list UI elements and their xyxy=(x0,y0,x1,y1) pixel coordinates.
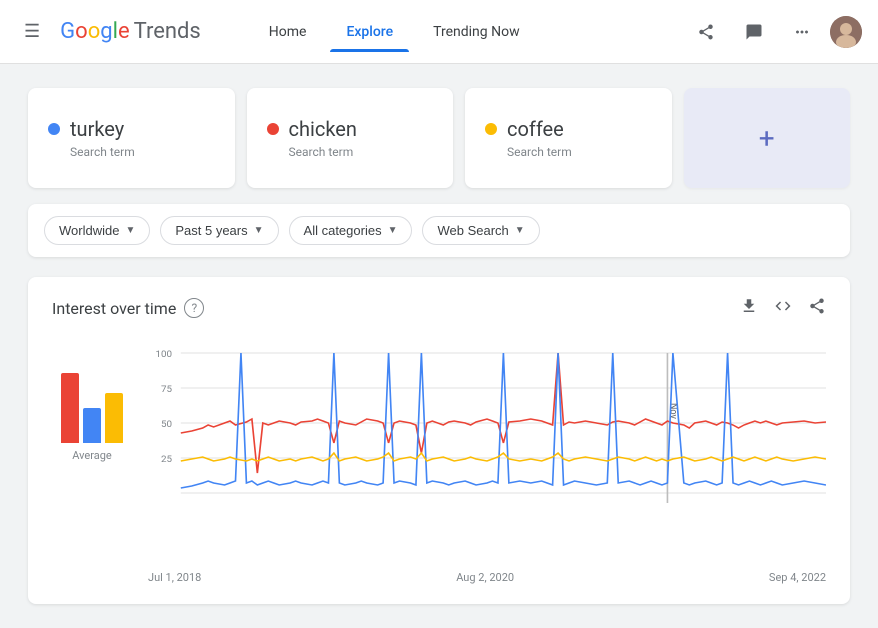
chicken-dot xyxy=(267,123,279,135)
search-terms-row: turkey Search term chicken Search term c… xyxy=(28,88,850,188)
add-term-card[interactable]: + xyxy=(684,88,851,188)
turkey-dot xyxy=(48,123,60,135)
message-icon[interactable] xyxy=(734,12,774,52)
x-label-2: Sep 4, 2022 xyxy=(769,571,826,584)
main-content: turkey Search term chicken Search term c… xyxy=(0,64,878,628)
bar-chicken xyxy=(61,373,79,443)
nav-home[interactable]: Home xyxy=(253,16,323,48)
nav-trending[interactable]: Trending Now xyxy=(417,16,535,48)
average-bars: Average xyxy=(52,343,132,584)
chart-title: Interest over time xyxy=(52,299,176,318)
x-label-1: Aug 2, 2020 xyxy=(456,571,514,584)
turkey-type: Search term xyxy=(70,145,215,159)
bar-coffee xyxy=(105,393,123,443)
coffee-name: coffee xyxy=(507,117,564,141)
turkey-name: turkey xyxy=(70,117,124,141)
search-term-card-coffee[interactable]: coffee Search term xyxy=(465,88,672,188)
filter-category[interactable]: All categories ▼ xyxy=(289,216,413,245)
avatar-image xyxy=(830,16,862,48)
filter-time[interactable]: Past 5 years ▼ xyxy=(160,216,278,245)
turkey-header: turkey xyxy=(48,117,215,141)
bar-turkey xyxy=(83,408,101,443)
header-right xyxy=(686,12,862,52)
main-nav: Home Explore Trending Now xyxy=(253,16,536,48)
bars-container xyxy=(61,343,123,443)
chart-svg: 100 75 50 25 Nov xyxy=(148,343,826,563)
filter-region-label: Worldwide xyxy=(59,223,119,238)
logo-google: Google xyxy=(60,19,129,44)
filter-time-label: Past 5 years xyxy=(175,223,247,238)
x-label-0: Jul 1, 2018 xyxy=(148,571,201,584)
svg-text:50: 50 xyxy=(161,419,172,429)
chicken-type: Search term xyxy=(289,145,434,159)
share-chart-icon[interactable] xyxy=(808,297,826,319)
search-term-card-turkey[interactable]: turkey Search term xyxy=(28,88,235,188)
svg-text:100: 100 xyxy=(155,349,172,359)
chevron-down-icon: ▼ xyxy=(254,225,264,236)
share-icon[interactable] xyxy=(686,12,726,52)
logo[interactable]: Google Trends xyxy=(60,19,201,44)
search-term-card-chicken[interactable]: chicken Search term xyxy=(247,88,454,188)
svg-text:25: 25 xyxy=(161,454,172,464)
embed-icon[interactable] xyxy=(774,297,792,319)
help-icon[interactable]: ? xyxy=(184,298,204,318)
chevron-down-icon: ▼ xyxy=(125,225,135,236)
svg-text:75: 75 xyxy=(161,384,172,394)
filter-search-type[interactable]: Web Search ▼ xyxy=(422,216,539,245)
chart-card: Interest over time ? xyxy=(28,277,850,604)
line-chart-container: 100 75 50 25 Nov Jul 1, 2018 A xyxy=(148,343,826,584)
menu-icon[interactable]: ☰ xyxy=(16,13,48,50)
filter-search-type-label: Web Search xyxy=(437,223,508,238)
chart-area: Average 100 75 50 25 xyxy=(52,343,826,584)
download-icon[interactable] xyxy=(740,297,758,319)
nav-explore[interactable]: Explore xyxy=(330,16,409,48)
filters-row: Worldwide ▼ Past 5 years ▼ All categorie… xyxy=(28,204,850,257)
apps-icon[interactable] xyxy=(782,12,822,52)
coffee-header: coffee xyxy=(485,117,652,141)
chicken-header: chicken xyxy=(267,117,434,141)
add-icon: + xyxy=(759,122,775,155)
x-labels: Jul 1, 2018 Aug 2, 2020 Sep 4, 2022 xyxy=(148,571,826,584)
chicken-name: chicken xyxy=(289,117,357,141)
header-left: ☰ Google Trends Home Explore Trending No… xyxy=(16,13,536,50)
filter-region[interactable]: Worldwide ▼ xyxy=(44,216,150,245)
avg-label: Average xyxy=(72,449,112,462)
header: ☰ Google Trends Home Explore Trending No… xyxy=(0,0,878,64)
chevron-down-icon: ▼ xyxy=(515,225,525,236)
chart-actions xyxy=(740,297,826,319)
coffee-dot xyxy=(485,123,497,135)
logo-trends: Trends xyxy=(134,19,201,44)
coffee-type: Search term xyxy=(507,145,652,159)
chevron-down-icon: ▼ xyxy=(388,225,398,236)
filter-category-label: All categories xyxy=(304,223,382,238)
avatar[interactable] xyxy=(830,16,862,48)
chart-header: Interest over time ? xyxy=(52,297,826,319)
chart-title-area: Interest over time ? xyxy=(52,298,204,318)
